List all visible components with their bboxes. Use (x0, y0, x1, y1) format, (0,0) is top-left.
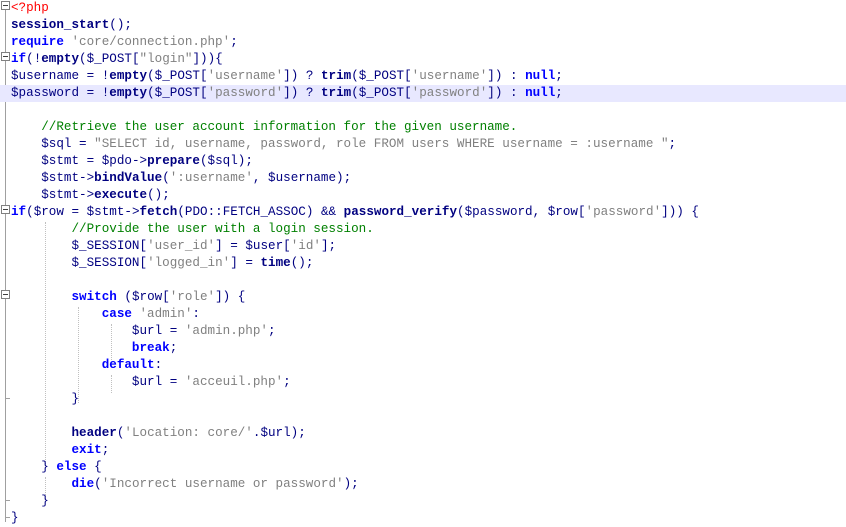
code-line[interactable]: $_SESSION['logged_in'] = time(); (11, 255, 313, 272)
code-line[interactable]: } (11, 391, 79, 408)
code-line[interactable]: } (11, 493, 49, 510)
fold-toggle-icon[interactable] (1, 1, 10, 10)
code-line[interactable]: if(!empty($_POST["login"])){ (11, 51, 223, 68)
code-line[interactable]: switch ($row['role']) { (11, 289, 245, 306)
code-line[interactable]: $_SESSION['user_id'] = $user['id']; (11, 238, 336, 255)
code-line[interactable]: $stmt->bindValue(':username', $username)… (11, 170, 351, 187)
fold-end-marker (5, 500, 10, 501)
code-line[interactable]: default: (11, 357, 162, 374)
code-line[interactable]: $stmt = $pdo->prepare($sql); (11, 153, 253, 170)
code-line[interactable]: if($row = $stmt->fetch(PDO::FETCH_ASSOC)… (11, 204, 699, 221)
code-line[interactable]: //Retrieve the user account information … (11, 119, 517, 136)
fold-toggle-icon[interactable] (1, 205, 10, 214)
fold-end-marker (5, 398, 10, 399)
code-line[interactable]: } (11, 510, 19, 527)
code-line[interactable]: $url = 'acceuil.php'; (11, 374, 291, 391)
code-editor[interactable]: <?php session_start(); require 'core/conne… (0, 0, 846, 527)
code-line[interactable]: case 'admin': (11, 306, 200, 323)
fold-gutter (0, 0, 11, 524)
code-line[interactable]: session_start(); (11, 17, 132, 34)
fold-toggle-icon[interactable] (1, 52, 10, 61)
code-line[interactable]: $stmt->execute(); (11, 187, 170, 204)
code-line[interactable]: require 'core/connection.php'; (11, 34, 238, 51)
code-line[interactable]: $url = 'admin.php'; (11, 323, 276, 340)
code-line[interactable]: break; (11, 340, 177, 357)
fold-end-marker (5, 517, 10, 518)
fold-toggle-icon[interactable] (1, 290, 10, 299)
code-line[interactable]: $sql = "SELECT id, username, password, r… (11, 136, 676, 153)
code-line[interactable]: <?php (11, 0, 49, 17)
code-line[interactable]: $username = !empty($_POST['username']) ?… (11, 68, 563, 85)
code-line[interactable]: die('Incorrect username or password'); (11, 476, 358, 493)
code-line[interactable]: exit; (11, 442, 109, 459)
code-line[interactable]: } else { (11, 459, 101, 476)
code-line-current[interactable]: $password = !empty($_POST['password']) ?… (0, 85, 846, 102)
code-line[interactable]: header('Location: core/'.$url); (11, 425, 305, 442)
code-line[interactable]: //Provide the user with a login session. (11, 221, 373, 238)
